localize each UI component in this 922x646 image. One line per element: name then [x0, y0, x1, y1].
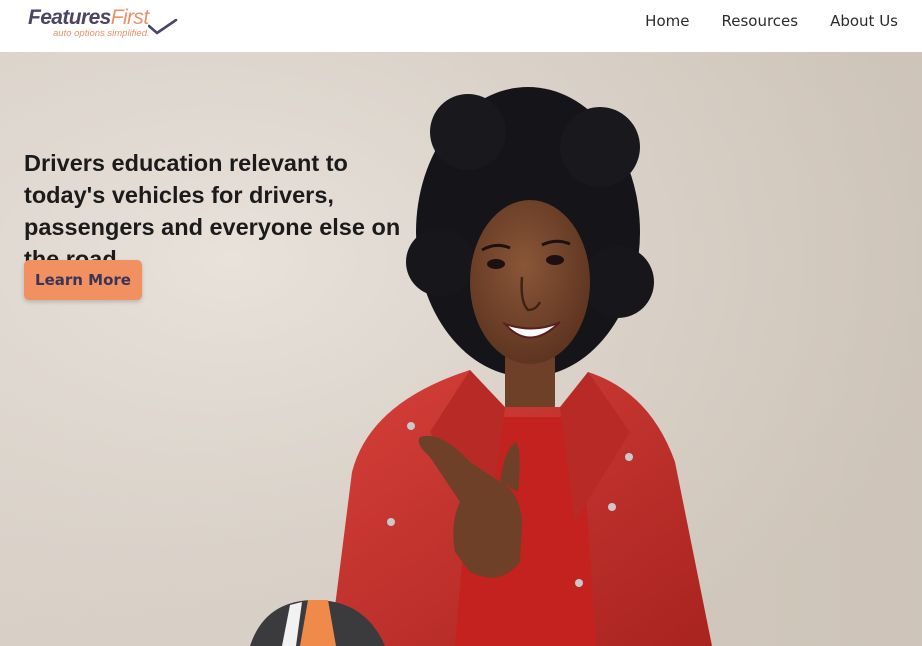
brand-name: FeaturesFirst: [28, 6, 149, 30]
hero-photo: [0, 52, 922, 646]
site-header: FeaturesFirst auto options simplified. H…: [0, 0, 922, 52]
main-nav: Home Resources About Us: [645, 0, 898, 42]
hero-headline: Drivers education relevant to today's ve…: [24, 150, 401, 272]
jacket-stud: [608, 503, 616, 511]
checkmark-icon: [148, 19, 178, 35]
hair-curl: [582, 246, 654, 318]
eye-right: [546, 255, 564, 265]
hair-curl: [430, 94, 506, 170]
jacket-stud: [407, 422, 415, 430]
face: [470, 200, 590, 364]
brand-logo[interactable]: FeaturesFirst auto options simplified.: [28, 6, 188, 42]
hero-section: Drivers education relevant to today's ve…: [0, 52, 922, 646]
nav-home[interactable]: Home: [645, 12, 689, 30]
brand-name-features: Features: [28, 6, 111, 29]
learn-more-button[interactable]: Learn More: [24, 260, 142, 300]
brand-tagline: auto options simplified.: [53, 28, 150, 39]
hair-curl: [560, 107, 640, 187]
brand-name-first: First: [110, 6, 149, 29]
nav-resources[interactable]: Resources: [721, 12, 798, 30]
jacket-stud: [575, 579, 583, 587]
nav-about-us[interactable]: About Us: [830, 12, 898, 30]
jacket-stud: [625, 453, 633, 461]
eye-left: [487, 259, 505, 269]
jacket-stud: [387, 518, 395, 526]
